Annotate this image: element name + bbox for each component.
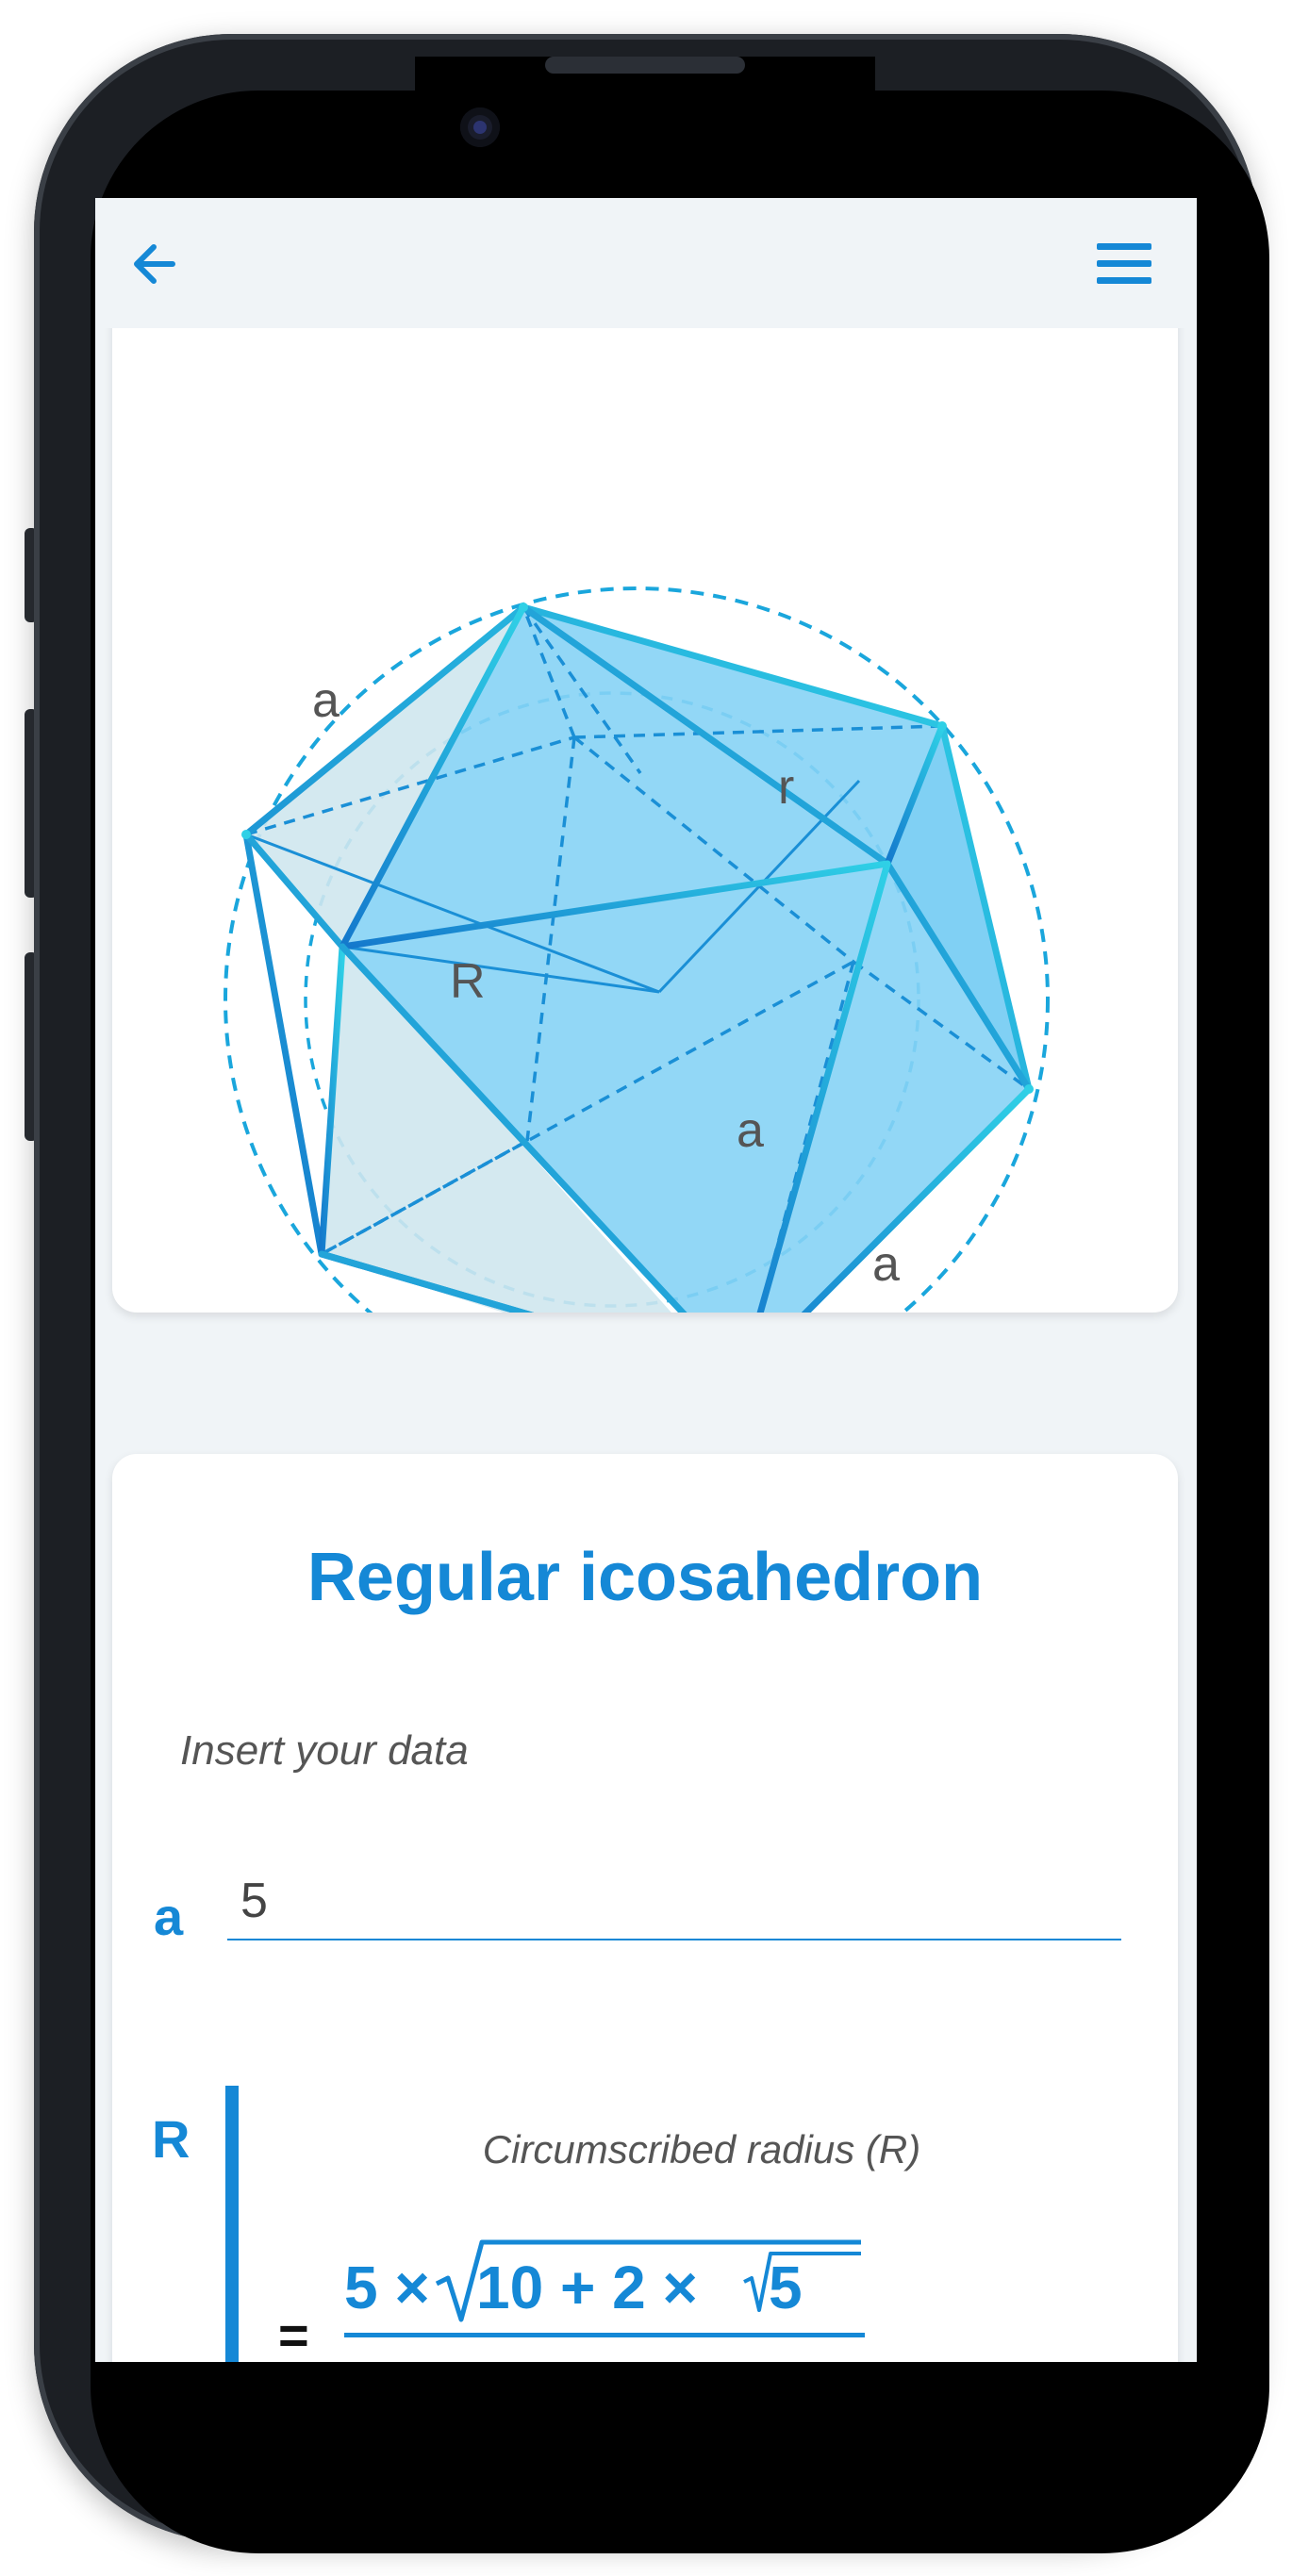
inner-sqrt-sign xyxy=(743,2252,861,2312)
menu-button[interactable] xyxy=(1093,238,1155,290)
icosahedron-diagram: a r R a a a xyxy=(224,586,1050,1412)
app-bar xyxy=(95,198,1197,328)
edge-label-bottom-right: a xyxy=(872,1237,900,1292)
back-button[interactable] xyxy=(127,238,180,290)
result-description: Circumscribed radius (R) xyxy=(482,2127,921,2171)
formula-inner-radicand: 5 xyxy=(769,2254,803,2321)
circumradius-label: R xyxy=(450,954,486,1009)
edge-label-top-left: a xyxy=(312,673,340,728)
earpiece-speaker xyxy=(545,57,745,74)
formula-radicand: 10 + 2 × xyxy=(476,2254,698,2321)
formula-numerator-coefficient: 5 × xyxy=(344,2254,430,2321)
arrow-left-icon xyxy=(134,244,175,284)
app-screen: a r R a a a Regular icosahedron Inse xyxy=(95,198,1197,2362)
edge-label-center: a xyxy=(737,1103,764,1158)
calculator-card: Regular icosahedron Insert your data a R… xyxy=(112,1454,1178,2362)
edge-length-input[interactable] xyxy=(227,1863,1121,1940)
hamburger-menu-icon xyxy=(1097,243,1151,284)
figure-card: a r R a a a xyxy=(112,198,1178,1412)
result-variable-label: R xyxy=(152,2109,190,2169)
result-formula: 5 × 10 + 2 × 5 4 xyxy=(344,2239,865,2337)
fraction-bar xyxy=(344,2333,865,2337)
edge-label-bottom: a xyxy=(489,1309,517,1313)
inradius-label: r xyxy=(778,760,794,815)
equals-sign: = xyxy=(278,2305,309,2362)
input-section-label: Insert your data xyxy=(180,1727,469,1774)
calculator-title: Regular icosahedron xyxy=(306,1540,984,1615)
front-camera xyxy=(460,107,500,147)
input-variable-label: a xyxy=(154,1887,184,1946)
